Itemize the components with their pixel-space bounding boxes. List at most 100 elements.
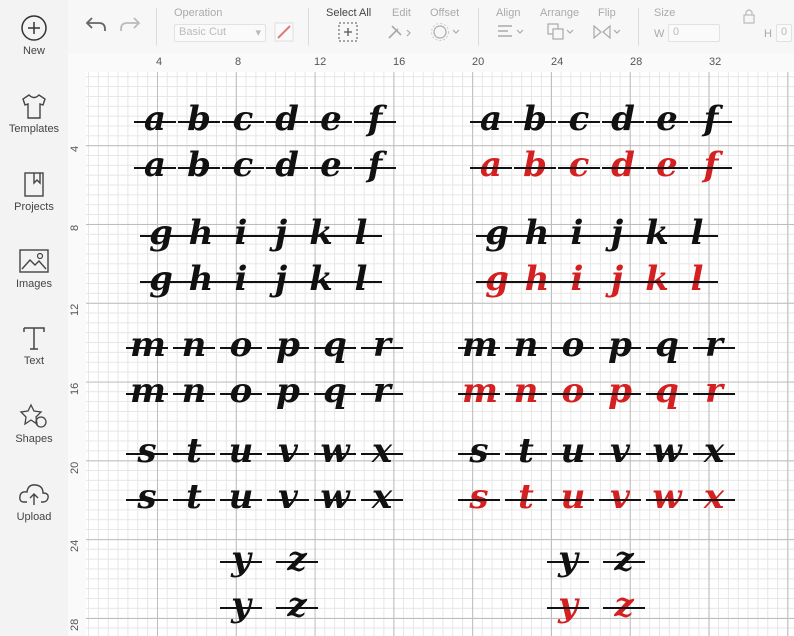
sidebar-item-shapes[interactable]: Shapes: [0, 402, 68, 445]
monogram-letter-red-k[interactable]: k: [636, 216, 678, 250]
monogram-letter-black-q[interactable]: q: [314, 374, 356, 408]
monogram-letter-red-c[interactable]: c: [558, 148, 600, 182]
offset-icon[interactable]: [430, 22, 462, 42]
monogram-letter-red-c[interactable]: c: [558, 102, 600, 136]
monogram-letter-red-q[interactable]: q: [646, 328, 688, 362]
monogram-letter-red-e[interactable]: e: [646, 148, 688, 182]
monogram-letter-red-j[interactable]: j: [596, 216, 638, 250]
monogram-letter-red-v[interactable]: v: [599, 434, 641, 468]
monogram-letter-black-m[interactable]: m: [126, 328, 168, 362]
monogram-letter-black-b[interactable]: b: [178, 148, 220, 182]
monogram-letter-black-u[interactable]: u: [220, 434, 262, 468]
monogram-letter-black-c[interactable]: c: [222, 148, 264, 182]
width-input[interactable]: 0: [668, 24, 720, 42]
monogram-letter-black-l[interactable]: l: [340, 216, 382, 250]
monogram-letter-black-a[interactable]: a: [134, 102, 176, 136]
monogram-letter-black-e[interactable]: e: [310, 148, 352, 182]
monogram-letter-red-p[interactable]: p: [599, 328, 641, 362]
monogram-letter-black-z[interactable]: z: [276, 542, 318, 576]
monogram-letter-red-f[interactable]: f: [690, 102, 732, 136]
monogram-letter-black-t[interactable]: t: [173, 434, 215, 468]
monogram-letter-red-r[interactable]: r: [693, 374, 735, 408]
monogram-letter-red-j[interactable]: j: [596, 262, 638, 296]
monogram-letter-red-t[interactable]: t: [505, 480, 547, 514]
monogram-letter-red-o[interactable]: o: [552, 328, 594, 362]
monogram-letter-black-d[interactable]: d: [266, 102, 308, 136]
monogram-letter-red-e[interactable]: e: [646, 102, 688, 136]
monogram-letter-black-p[interactable]: p: [267, 374, 309, 408]
select-all-icon[interactable]: [338, 22, 358, 42]
monogram-letter-red-w[interactable]: w: [646, 480, 688, 514]
monogram-letter-red-x[interactable]: x: [693, 434, 735, 468]
monogram-letter-red-n[interactable]: n: [505, 374, 547, 408]
lock-icon[interactable]: [742, 8, 756, 24]
monogram-letter-black-k[interactable]: k: [300, 216, 342, 250]
height-input[interactable]: 0: [776, 24, 792, 42]
monogram-letter-red-b[interactable]: b: [514, 148, 556, 182]
monogram-letter-black-r[interactable]: r: [361, 374, 403, 408]
monogram-letter-black-t[interactable]: t: [173, 480, 215, 514]
monogram-letter-black-j[interactable]: j: [260, 262, 302, 296]
monogram-letter-red-z[interactable]: z: [603, 542, 645, 576]
monogram-letter-red-r[interactable]: r: [693, 328, 735, 362]
monogram-letter-red-u[interactable]: u: [552, 480, 594, 514]
monogram-letter-red-n[interactable]: n: [505, 328, 547, 362]
monogram-letter-black-o[interactable]: o: [220, 374, 262, 408]
monogram-letter-black-k[interactable]: k: [300, 262, 342, 296]
monogram-letter-black-h[interactable]: h: [180, 216, 222, 250]
monogram-letter-red-s[interactable]: s: [458, 480, 500, 514]
monogram-letter-red-z[interactable]: z: [603, 588, 645, 622]
monogram-letter-red-a[interactable]: a: [470, 102, 512, 136]
align-icon[interactable]: [496, 22, 526, 42]
arrange-icon[interactable]: [546, 22, 576, 42]
monogram-letter-black-w[interactable]: w: [314, 480, 356, 514]
monogram-letter-black-o[interactable]: o: [220, 328, 262, 362]
monogram-letter-red-m[interactable]: m: [458, 328, 500, 362]
monogram-letter-black-x[interactable]: x: [361, 480, 403, 514]
undo-icon[interactable]: [84, 14, 108, 34]
monogram-letter-red-i[interactable]: i: [556, 262, 598, 296]
monogram-letter-red-b[interactable]: b: [514, 102, 556, 136]
monogram-letter-black-l[interactable]: l: [340, 262, 382, 296]
linetype-color-icon[interactable]: [274, 22, 294, 42]
monogram-letter-black-s[interactable]: s: [126, 434, 168, 468]
monogram-letter-black-p[interactable]: p: [267, 328, 309, 362]
monogram-letter-black-z[interactable]: z: [276, 588, 318, 622]
monogram-letter-red-h[interactable]: h: [516, 262, 558, 296]
monogram-letter-black-j[interactable]: j: [260, 216, 302, 250]
monogram-letter-red-a[interactable]: a: [470, 148, 512, 182]
sidebar-item-templates[interactable]: Templates: [0, 92, 68, 135]
edit-tools-icon[interactable]: [386, 22, 414, 42]
sidebar-item-text[interactable]: Text: [0, 324, 68, 367]
monogram-letter-red-q[interactable]: q: [646, 374, 688, 408]
monogram-letter-black-g[interactable]: g: [140, 262, 182, 296]
monogram-letter-black-e[interactable]: e: [310, 102, 352, 136]
monogram-letter-red-x[interactable]: x: [693, 480, 735, 514]
monogram-letter-black-i[interactable]: i: [220, 262, 262, 296]
monogram-letter-black-c[interactable]: c: [222, 102, 264, 136]
design-canvas[interactable]: aabbccddeeffgghhiijjkkllmmnnooppqqrrsstt…: [86, 72, 794, 636]
monogram-letter-red-m[interactable]: m: [458, 374, 500, 408]
monogram-letter-red-p[interactable]: p: [599, 374, 641, 408]
monogram-letter-black-h[interactable]: h: [180, 262, 222, 296]
sidebar-item-new[interactable]: New: [0, 14, 68, 57]
monogram-letter-black-f[interactable]: f: [354, 148, 396, 182]
monogram-letter-red-h[interactable]: h: [516, 216, 558, 250]
monogram-letter-black-g[interactable]: g: [140, 216, 182, 250]
sidebar-item-images[interactable]: Images: [0, 247, 68, 290]
monogram-letter-black-s[interactable]: s: [126, 480, 168, 514]
monogram-letter-red-g[interactable]: g: [476, 262, 518, 296]
monogram-letter-red-d[interactable]: d: [602, 102, 644, 136]
monogram-letter-red-k[interactable]: k: [636, 262, 678, 296]
monogram-letter-red-v[interactable]: v: [599, 480, 641, 514]
monogram-letter-red-y[interactable]: y: [547, 588, 589, 622]
monogram-letter-red-o[interactable]: o: [552, 374, 594, 408]
monogram-letter-black-n[interactable]: n: [173, 374, 215, 408]
monogram-letter-black-b[interactable]: b: [178, 102, 220, 136]
monogram-letter-black-d[interactable]: d: [266, 148, 308, 182]
monogram-letter-black-w[interactable]: w: [314, 434, 356, 468]
monogram-letter-red-l[interactable]: l: [676, 216, 718, 250]
monogram-letter-black-x[interactable]: x: [361, 434, 403, 468]
sidebar-item-projects[interactable]: Projects: [0, 170, 68, 213]
sidebar-item-upload[interactable]: Upload: [0, 480, 68, 523]
